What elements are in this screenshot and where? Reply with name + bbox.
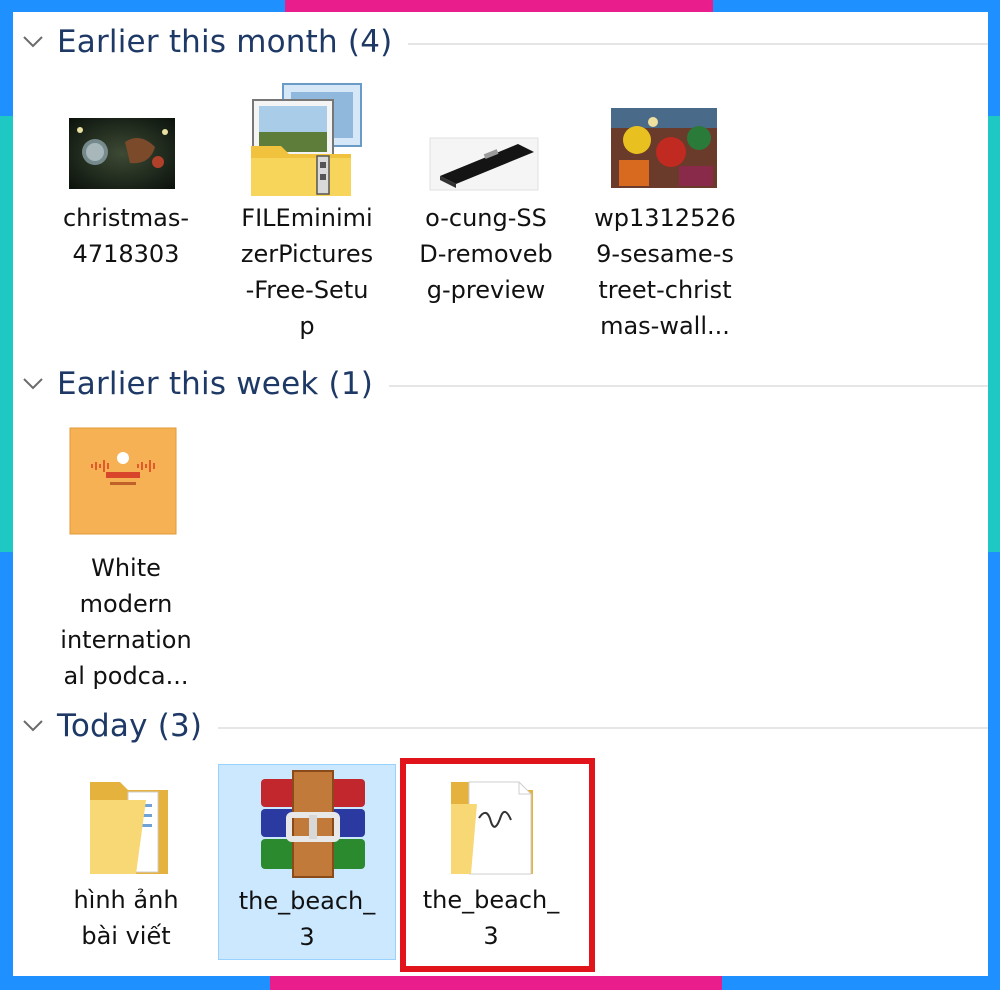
winrar-archive-icon (221, 765, 397, 885)
folder-name: hình ảnh bài viết (73, 886, 179, 950)
frame-accent-right (988, 116, 1000, 552)
file-name: christmas- 4718303 (62, 204, 190, 268)
folder-icon (40, 764, 212, 884)
image-thumbnail-icon (40, 82, 212, 202)
group-divider (408, 43, 988, 45)
file-name: the_beach_ 3 (238, 887, 376, 951)
file-item-fileminimizer[interactable]: FILEminimi zerPictures -Free-Setu p (221, 82, 393, 352)
group-divider (218, 727, 988, 729)
chevron-down-icon[interactable] (19, 28, 47, 56)
image-thumbnail-icon (400, 82, 572, 202)
chevron-down-icon[interactable] (19, 712, 47, 740)
group-title: Today (3) (57, 708, 203, 744)
group-divider (389, 385, 988, 387)
file-name: FILEminimi zerPictures -Free-Setu p (240, 204, 374, 340)
file-name: o-cung-SS D-removeb g-preview (419, 204, 553, 304)
file-item-wp13125269[interactable]: wp1312526 9-sesame-s treet-christ mas-wa… (579, 82, 751, 352)
file-item-christmas[interactable]: christmas- 4718303 (40, 82, 212, 272)
frame-accent-left (0, 116, 13, 552)
image-thumbnail-icon (40, 420, 212, 540)
frame-accent-bottom (270, 976, 722, 990)
group-header-today[interactable]: Today (3) (13, 706, 988, 746)
file-item-the-beach-3-archive[interactable]: the_beach_ 3 (218, 764, 396, 960)
file-name: wp1312526 9-sesame-s treet-christ mas-wa… (594, 204, 736, 340)
chevron-down-icon[interactable] (19, 370, 47, 398)
explorer-file-view: Earlier this month (4) christmas- 471830… (13, 12, 988, 976)
file-item-o-cung-ssd[interactable]: o-cung-SS D-removeb g-preview (400, 82, 572, 312)
group-header-earlier-this-month[interactable]: Earlier this month (4) (13, 22, 988, 62)
group-title: Earlier this week (1) (57, 366, 374, 402)
file-item-white-modern-podcast[interactable]: White modern internation al podca... (40, 420, 212, 690)
installer-icon (221, 82, 393, 202)
group-header-earlier-this-week[interactable]: Earlier this week (1) (13, 364, 988, 404)
file-name: White modern internation al podca... (60, 554, 192, 690)
group-title: Earlier this month (4) (57, 24, 393, 60)
frame-accent-top (285, 0, 713, 12)
image-thumbnail-icon (579, 82, 751, 202)
folder-item-hinh-anh-bai-viet[interactable]: hình ảnh bài viết (40, 764, 212, 954)
highlight-box (400, 758, 595, 972)
